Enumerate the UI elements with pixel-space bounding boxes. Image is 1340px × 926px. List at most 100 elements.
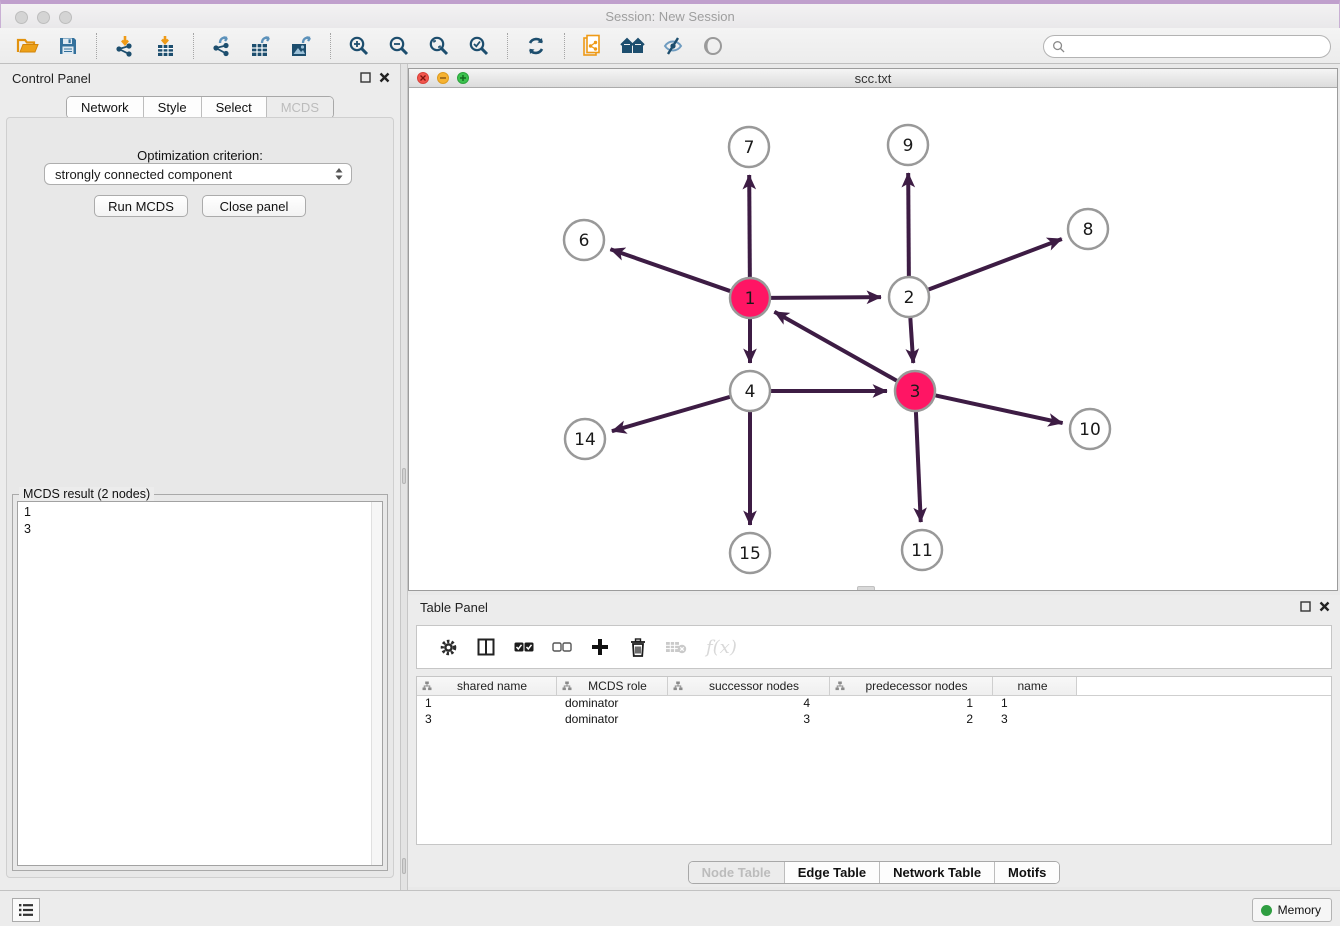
edge-1-7[interactable] (749, 175, 750, 277)
node-1[interactable]: 1 (730, 278, 770, 318)
search-field[interactable] (1043, 35, 1331, 58)
tab-motifs[interactable]: Motifs (994, 862, 1059, 883)
cell-predecessor-nodes[interactable]: 2 (830, 712, 993, 728)
table-row[interactable]: 1dominator411 (417, 696, 1331, 712)
node-8[interactable]: 8 (1068, 209, 1108, 249)
node-15[interactable]: 15 (730, 533, 770, 573)
cell-shared-name[interactable]: 1 (417, 696, 557, 712)
export-table-button[interactable] (247, 31, 277, 61)
cell-predecessor-nodes[interactable]: 1 (830, 696, 993, 712)
edge-2-8[interactable] (929, 239, 1062, 290)
zoom-fit-button[interactable] (424, 31, 454, 61)
node-10[interactable]: 10 (1070, 409, 1110, 449)
table-row[interactable]: 3dominator323 (417, 712, 1331, 728)
edge-1-6[interactable] (610, 249, 730, 291)
run-mcds-button[interactable]: Run MCDS (94, 195, 188, 217)
cell-shared-name[interactable]: 3 (417, 712, 557, 728)
zoom-in-button[interactable] (344, 31, 374, 61)
close-panel-icon[interactable] (1319, 601, 1330, 612)
column-selector-button[interactable] (472, 633, 500, 661)
add-column-button[interactable] (586, 633, 614, 661)
cell-MCDS-role[interactable]: dominator (557, 712, 668, 728)
tab-mcds[interactable]: MCDS (266, 97, 333, 118)
formula-builder-button[interactable]: f(x) (700, 633, 737, 661)
table-panel-tabs: Node TableEdge TableNetwork TableMotifs (408, 861, 1340, 884)
edge-3-10[interactable] (936, 395, 1063, 423)
refresh-layout-button[interactable] (521, 31, 551, 61)
float-panel-icon[interactable] (360, 72, 371, 83)
network-canvas[interactable]: 7 9 6 8 1 2 4 3 14 10 15 11 (409, 88, 1337, 590)
column-header-MCDS-role[interactable]: MCDS role (557, 677, 668, 695)
node-3[interactable]: 3 (895, 371, 935, 411)
edge-3-11[interactable] (916, 412, 921, 522)
column-header-predecessor-nodes[interactable]: predecessor nodes (830, 677, 993, 695)
panel-splitter[interactable] (400, 64, 408, 890)
network-from-file-button[interactable] (578, 31, 608, 61)
criterion-dropdown[interactable]: strongly connected component (44, 163, 352, 185)
column-header-shared-name[interactable]: shared name (417, 677, 557, 695)
task-history-button[interactable] (12, 898, 40, 922)
node-11[interactable]: 11 (902, 530, 942, 570)
tab-network[interactable]: Network (67, 97, 143, 118)
zoom-in-icon (348, 35, 370, 57)
delete-table-button[interactable] (662, 633, 690, 661)
plus-icon (591, 638, 609, 656)
save-session-button[interactable] (53, 31, 83, 61)
import-table-button[interactable] (150, 31, 180, 61)
export-network-button[interactable] (207, 31, 237, 61)
zoom-out-button[interactable] (384, 31, 414, 61)
node-7[interactable]: 7 (729, 127, 769, 167)
splitter-handle[interactable] (402, 468, 406, 484)
zoom-selected-button[interactable] (464, 31, 494, 61)
hide-selected-button[interactable] (658, 31, 688, 61)
tab-select[interactable]: Select (201, 97, 266, 118)
tab-style[interactable]: Style (143, 97, 201, 118)
network-window-title: scc.txt (409, 71, 1337, 86)
float-panel-icon[interactable] (1300, 601, 1311, 612)
cell-successor-nodes[interactable]: 4 (668, 696, 830, 712)
edge-2-3[interactable] (910, 318, 913, 363)
svg-text:15: 15 (739, 544, 761, 564)
close-panel-button[interactable]: Close panel (202, 195, 306, 217)
cell-name[interactable]: 1 (993, 696, 1077, 712)
mcds-result-group: MCDS result (2 nodes) 13 (12, 494, 388, 871)
node-4[interactable]: 4 (730, 371, 770, 411)
canvas-resize-handle[interactable] (857, 586, 875, 590)
tab-node-table[interactable]: Node Table (689, 862, 784, 883)
cell-name[interactable]: 3 (993, 712, 1077, 728)
column-header-name[interactable]: name (993, 677, 1077, 695)
memory-button[interactable]: Memory (1252, 898, 1332, 922)
delete-column-button[interactable] (624, 633, 652, 661)
first-neighbors-button[interactable] (618, 31, 648, 61)
tab-network-table[interactable]: Network Table (879, 862, 994, 883)
node-2[interactable]: 2 (889, 277, 929, 317)
export-image-button[interactable] (287, 31, 317, 61)
import-network-button[interactable] (110, 31, 140, 61)
mcds-result-scrollbar[interactable] (371, 502, 382, 865)
cell-successor-nodes[interactable]: 3 (668, 712, 830, 728)
cell-MCDS-role[interactable]: dominator (557, 696, 668, 712)
network-view-window: scc.txt 7 9 6 8 1 2 4 3 14 10 15 11 (408, 68, 1338, 591)
deselect-all-rows-button[interactable] (548, 633, 576, 661)
node-14[interactable]: 14 (565, 419, 605, 459)
eye-icon (701, 35, 725, 57)
edge-2-9[interactable] (908, 173, 909, 276)
column-header-successor-nodes[interactable]: successor nodes (668, 677, 830, 695)
column-label: predecessor nodes (845, 679, 992, 693)
splitter-handle[interactable] (402, 858, 406, 874)
show-all-button[interactable] (698, 31, 728, 61)
search-input[interactable] (1070, 40, 1330, 54)
edge-4-14[interactable] (612, 397, 730, 431)
select-all-rows-button[interactable] (510, 633, 538, 661)
node-6[interactable]: 6 (564, 220, 604, 260)
mcds-result-textarea[interactable]: 13 (17, 501, 383, 866)
edge-3-1[interactable] (774, 312, 896, 381)
table-settings-button[interactable] (434, 633, 462, 661)
open-file-button[interactable] (13, 31, 43, 61)
close-panel-icon[interactable] (379, 72, 390, 83)
column-label: name (993, 679, 1076, 693)
network-window-titlebar[interactable]: scc.txt (409, 69, 1337, 88)
tab-edge-table[interactable]: Edge Table (784, 862, 879, 883)
node-9[interactable]: 9 (888, 125, 928, 165)
edge-1-2[interactable] (771, 297, 881, 298)
